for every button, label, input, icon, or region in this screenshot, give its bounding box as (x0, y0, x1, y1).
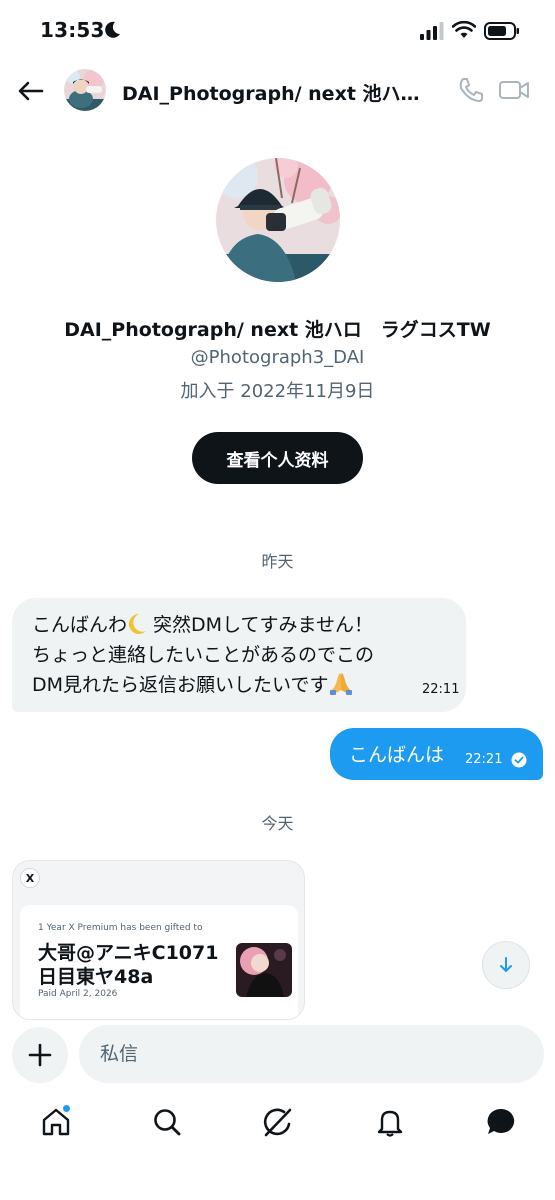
home-notification-dot (62, 1104, 71, 1113)
date-separator-yesterday: 昨天 (261, 552, 294, 571)
message-input[interactable] (79, 1025, 544, 1083)
profile-handle: @Photograph3_DAI (190, 347, 365, 368)
incoming-message-time: 22:11 (422, 682, 460, 697)
incoming-line1-start: こんばんわ (32, 614, 128, 636)
video-call-icon[interactable] (498, 75, 530, 105)
incoming-line1-end: 突然DMしてすみません！ (147, 614, 373, 636)
cellular-signal-icon (420, 22, 444, 40)
gift-card-caption: 1 Year X Premium has been gifted to (38, 923, 203, 933)
gift-recipient-line1: 大哥@アニキC1071 (38, 942, 219, 964)
phone-call-icon[interactable] (456, 75, 486, 105)
outgoing-message-text: こんばんは (349, 744, 445, 766)
plus-icon (28, 1043, 52, 1067)
notifications-tab-icon[interactable] (374, 1106, 406, 1138)
incoming-line2: ちょっと連絡したいことがあるのでこの (32, 644, 375, 666)
outgoing-message-time: 22:21 (465, 752, 503, 767)
status-time: 13:53 (40, 18, 105, 42)
status-bar: 13:53 (0, 0, 555, 60)
profile-avatar[interactable] (216, 158, 340, 282)
gift-card-preview: 1 Year X Premium has been gifted to 大哥@ア… (20, 905, 298, 1019)
crescent-moon-emoji-icon (128, 613, 147, 634)
header-avatar[interactable] (64, 69, 106, 111)
gift-recipient-line2: 日目東ヤ48a (38, 966, 154, 988)
incoming-message-bubble[interactable]: こんばんわ 突然DMしてすみません！ ちょっと連絡したいことがあるのでこの DM… (12, 598, 466, 712)
date-separator-today: 今天 (261, 814, 294, 833)
folded-hands-emoji-icon (330, 673, 353, 695)
search-tab-icon[interactable] (151, 1106, 183, 1138)
conversation-title[interactable]: DAI_Photograph/ next 池ハロ… (122, 79, 432, 106)
outgoing-message-bubble[interactable]: こんばんは 22:21 (330, 728, 543, 780)
incoming-message-text: こんばんわ 突然DMしてすみません！ ちょっと連絡したいことがあるのでこの DM… (32, 610, 448, 700)
scroll-to-bottom-button[interactable] (482, 941, 530, 989)
moon-icon (105, 21, 120, 38)
conversation-header: DAI_Photograph/ next 池ハロ… (0, 60, 555, 122)
x-logo-icon: X (20, 868, 40, 888)
incoming-line3: DM見れたら返信お願いしたいです (32, 674, 329, 696)
gift-paid-date: Paid April 2, 2026 (38, 989, 118, 999)
wifi-icon (452, 20, 476, 38)
view-profile-button[interactable]: 查看个人资料 (192, 432, 363, 484)
arrow-down-icon (500, 957, 512, 972)
back-arrow-button[interactable] (16, 76, 46, 106)
gift-recipient-photo (236, 943, 292, 997)
gift-card-message[interactable]: X 1 Year X Premium has been gifted to 大哥… (12, 860, 305, 1020)
profile-name: DAI_Photograph/ next 池ハロ ラグコスTW (64, 319, 491, 341)
add-attachment-button[interactable] (12, 1027, 68, 1083)
read-receipt-check-icon (511, 752, 527, 768)
battery-icon (484, 22, 519, 40)
messages-tab-icon[interactable] (485, 1106, 517, 1138)
grok-tab-icon[interactable] (262, 1106, 294, 1138)
profile-joined-date: 加入于 2022年11月9日 (180, 381, 375, 402)
